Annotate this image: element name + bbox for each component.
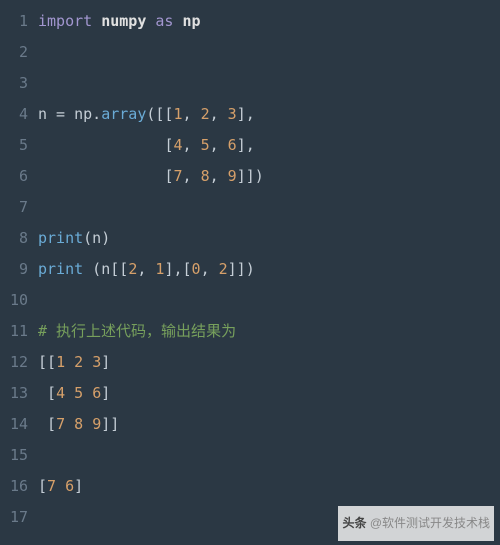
code-line [38, 37, 500, 68]
line-number: 8 [0, 223, 28, 254]
line-number-gutter: 1234567891011121314151617 [0, 6, 38, 533]
line-number: 16 [0, 471, 28, 502]
line-number: 17 [0, 502, 28, 533]
code-line [38, 68, 500, 99]
code-line: [4, 5, 6], [38, 130, 500, 161]
line-number: 6 [0, 161, 28, 192]
code-line: print(n) [38, 223, 500, 254]
code-line [38, 285, 500, 316]
line-number: 13 [0, 378, 28, 409]
line-number: 12 [0, 347, 28, 378]
code-line: # 执行上述代码，输出结果为 [38, 316, 500, 347]
line-number: 11 [0, 316, 28, 347]
code-line: [[1 2 3] [38, 347, 500, 378]
code-line: [7 8 9]] [38, 409, 500, 440]
watermark: 头条 @软件测试开发技术栈 [338, 506, 494, 541]
code-line: [7 6] [38, 471, 500, 502]
code-line: import numpy as np [38, 6, 500, 37]
code-line: n = np.array([[1, 2, 3], [38, 99, 500, 130]
code-content: import numpy as np n = np.array([[1, 2, … [38, 6, 500, 533]
code-line: print (n[[2, 1],[0, 2]]) [38, 254, 500, 285]
line-number: 3 [0, 68, 28, 99]
code-line: [4 5 6] [38, 378, 500, 409]
line-number: 1 [0, 6, 28, 37]
line-number: 10 [0, 285, 28, 316]
line-number: 4 [0, 99, 28, 130]
line-number: 2 [0, 37, 28, 68]
watermark-handle: @软件测试开发技术栈 [370, 516, 490, 530]
line-number: 14 [0, 409, 28, 440]
code-line [38, 192, 500, 223]
line-number: 15 [0, 440, 28, 471]
line-number: 7 [0, 192, 28, 223]
line-number: 5 [0, 130, 28, 161]
code-line [38, 440, 500, 471]
watermark-brand: 头条 [342, 516, 366, 530]
code-line: [7, 8, 9]]) [38, 161, 500, 192]
line-number: 9 [0, 254, 28, 285]
code-editor: 1234567891011121314151617 import numpy a… [0, 0, 500, 533]
